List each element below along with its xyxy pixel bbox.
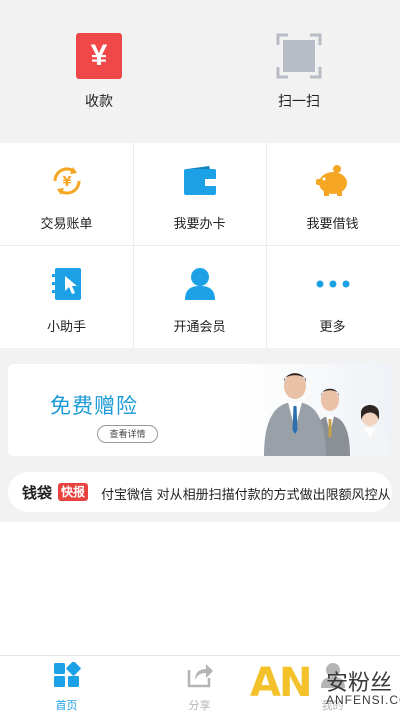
more-icon bbox=[313, 264, 353, 304]
tab-label: 分享 bbox=[188, 700, 211, 711]
watermark-site: ANFENSI.COM bbox=[326, 693, 400, 707]
tab-label: 首页 bbox=[55, 700, 78, 711]
tab-home[interactable]: 首页 bbox=[0, 661, 133, 711]
notebook-icon bbox=[47, 264, 87, 304]
scan-icon bbox=[276, 33, 322, 79]
grid-item-label: 小助手 bbox=[46, 319, 86, 334]
grid-item-more[interactable]: 更多 bbox=[266, 246, 399, 348]
piggy-bank-icon bbox=[313, 161, 353, 201]
news-ticker[interactable]: 钱袋 快报 付宝微信 对从相册扫描付款的方式做出限额风控从 bbox=[8, 472, 392, 512]
home-grid-icon bbox=[53, 661, 81, 687]
tab-share[interactable]: 分享 bbox=[133, 662, 266, 711]
grid-item-apply-card[interactable]: 我要办卡 bbox=[133, 143, 266, 245]
user-icon bbox=[180, 264, 220, 304]
grid-item-label: 我要借钱 bbox=[306, 216, 359, 231]
news-brand: 钱袋 bbox=[22, 485, 53, 502]
service-grid: ¥ 交易账单 我要办卡 我要借钱 小助手 开通会员 更多 bbox=[0, 143, 400, 348]
banner-title: 免费赠险 bbox=[50, 395, 138, 418]
grid-item-label: 开通会员 bbox=[173, 319, 226, 334]
grid-item-borrow-money[interactable]: 我要借钱 bbox=[266, 143, 399, 245]
content-blank-area bbox=[0, 522, 400, 655]
grid-item-label: 更多 bbox=[319, 319, 346, 334]
free-insurance-banner[interactable]: 免费赠险 查看详情 bbox=[8, 364, 392, 456]
view-details-button[interactable]: 查看详情 bbox=[97, 425, 158, 443]
grid-item-label: 交易账单 bbox=[40, 216, 93, 231]
collect-money-button[interactable]: ¥ 收款 bbox=[39, 33, 159, 111]
news-badge: 快报 bbox=[58, 483, 89, 501]
scan-button[interactable]: 扫一扫 bbox=[239, 33, 359, 111]
grid-item-transaction-bill[interactable]: ¥ 交易账单 bbox=[0, 143, 133, 245]
top-actions: ¥ 收款 扫一扫 bbox=[0, 0, 400, 143]
share-icon bbox=[187, 664, 213, 688]
grid-item-label: 我要办卡 bbox=[173, 216, 226, 231]
yen-icon: ¥ bbox=[76, 33, 122, 79]
site-watermark: AN 安粉丝 ANFENSI.COM bbox=[250, 660, 400, 711]
svg-text:¥: ¥ bbox=[62, 175, 71, 190]
collect-money-label: 收款 bbox=[85, 93, 113, 109]
grid-item-open-membership[interactable]: 开通会员 bbox=[133, 246, 266, 348]
watermark-logo: AN bbox=[250, 660, 312, 706]
business-people-image bbox=[240, 364, 392, 456]
news-headline[interactable]: 付宝微信 对从相册扫描付款的方式做出限额风控从 bbox=[101, 484, 391, 503]
wallet-icon bbox=[180, 161, 220, 201]
scan-label: 扫一扫 bbox=[278, 93, 320, 109]
grid-item-assistant[interactable]: 小助手 bbox=[0, 246, 133, 348]
bill-icon: ¥ bbox=[47, 161, 87, 201]
